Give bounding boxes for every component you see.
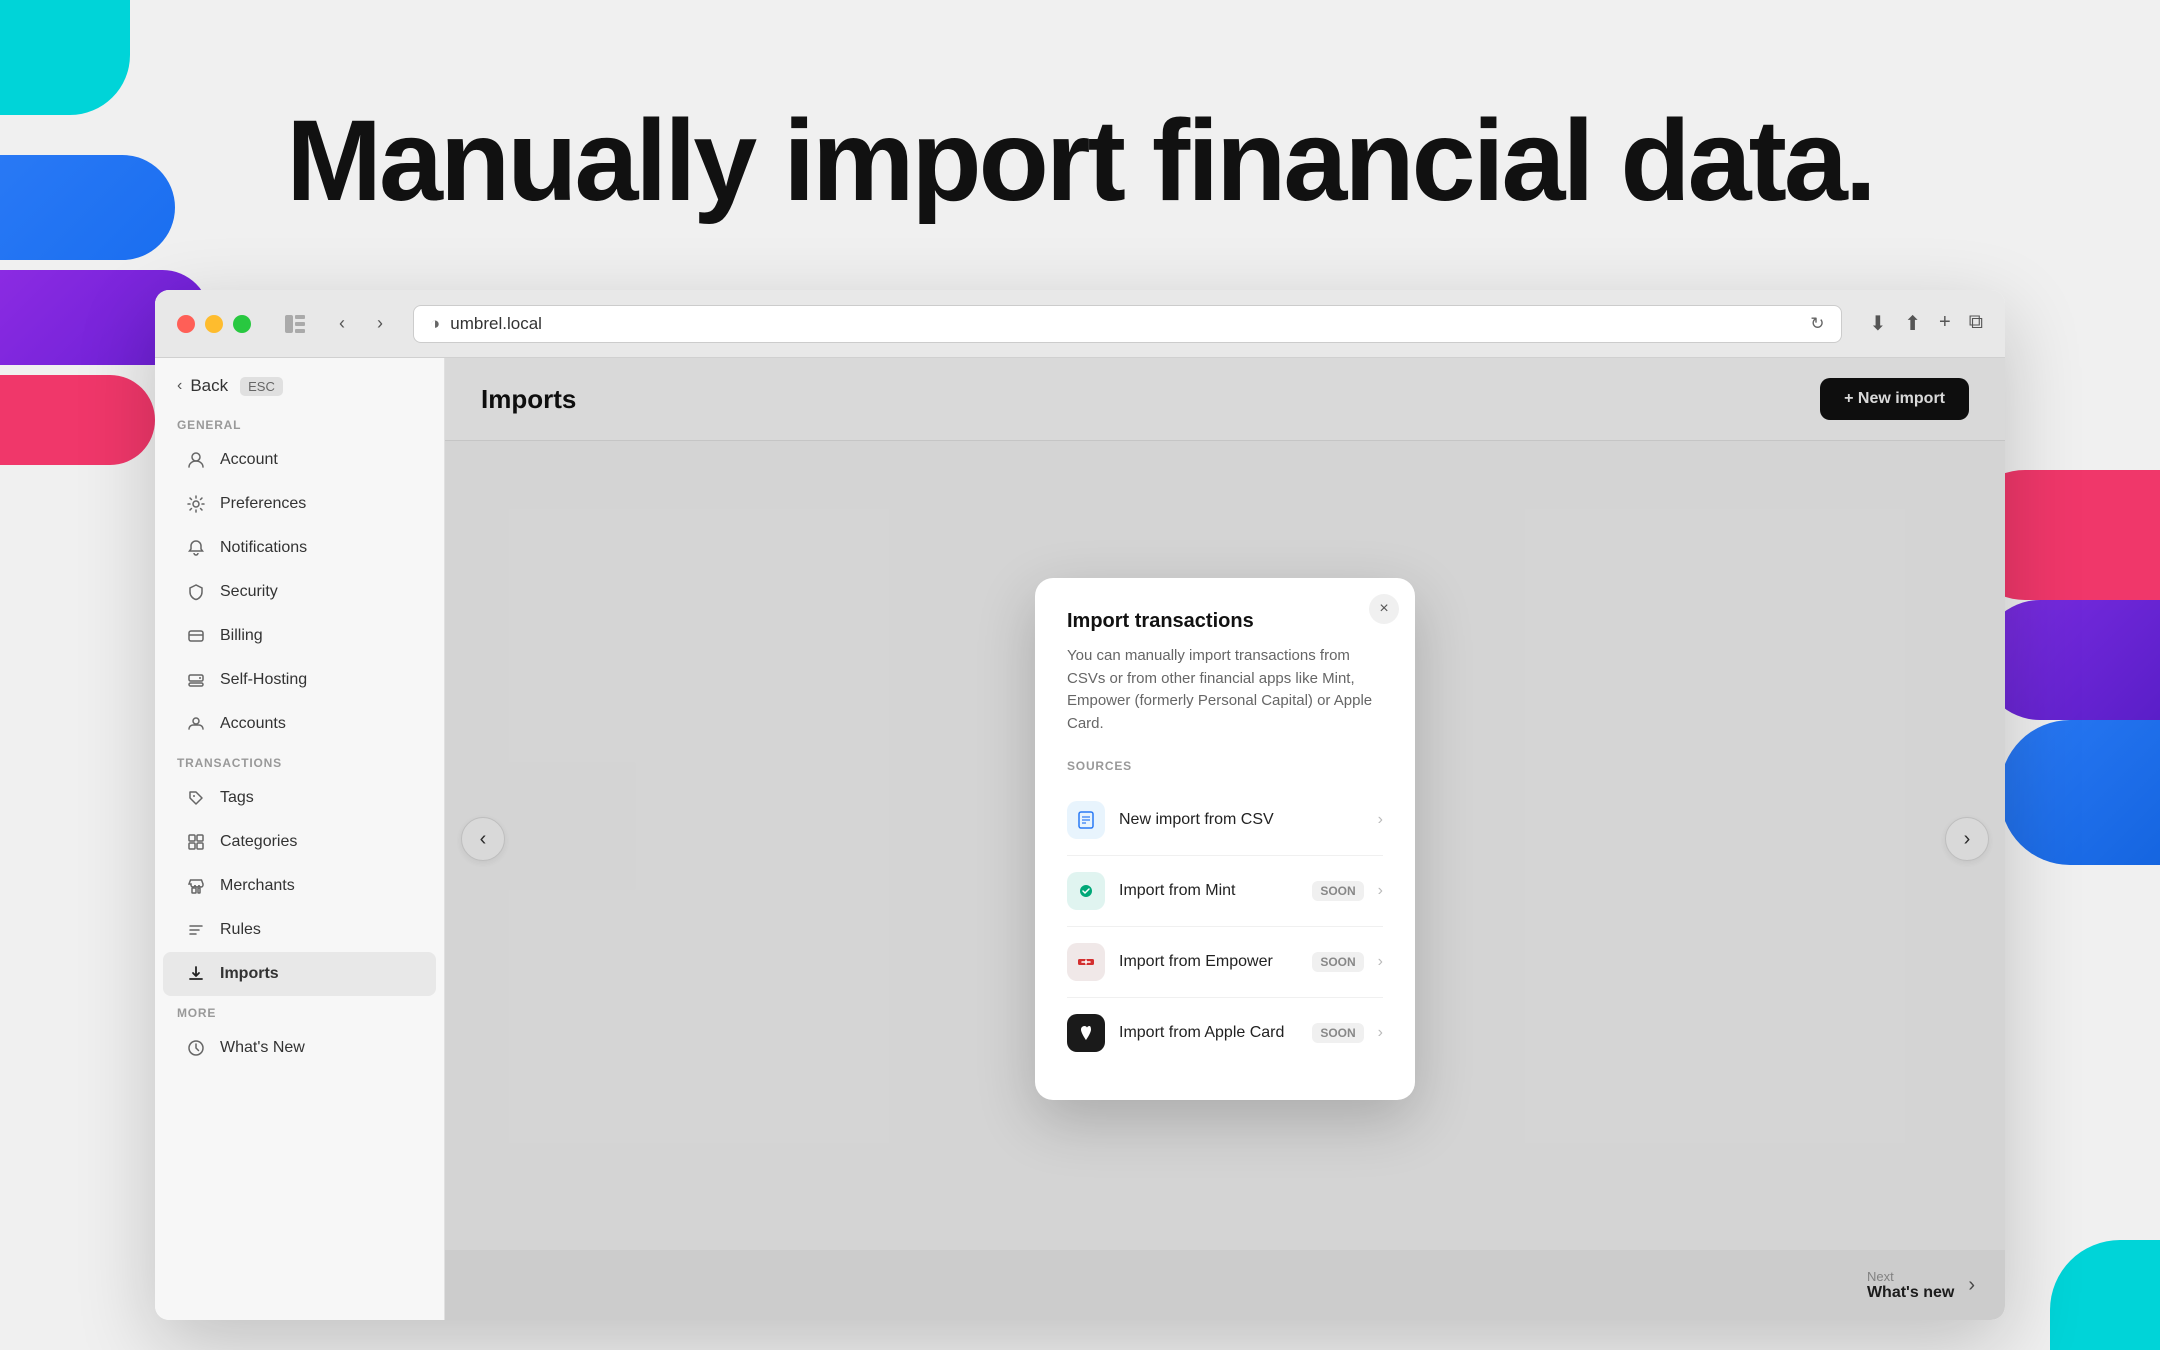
empower-chevron-icon: › <box>1378 953 1383 971</box>
download-icon[interactable]: ⬇ <box>1870 311 1887 336</box>
csv-icon <box>1067 801 1105 839</box>
tabs-icon[interactable]: ⧉ <box>1969 311 1983 336</box>
main-content: Imports + New import No imports to show … <box>445 358 2005 1320</box>
blob-blue-right <box>2000 720 2160 865</box>
sidebar-item-tags[interactable]: Tags <box>163 776 436 820</box>
merchants-icon <box>185 875 207 897</box>
general-section-label: GENERAL <box>155 408 444 438</box>
sidebar-item-merchants[interactable]: Merchants <box>163 864 436 908</box>
nav-forward-button[interactable]: › <box>363 307 397 341</box>
browser-window: ‹ › ◑ umbrel.local ↻ ⬇ ⬆ + ⧉ ‹ Back ESC … <box>155 290 2005 1320</box>
tags-label: Tags <box>220 789 254 807</box>
blob-cyan-right <box>2050 1240 2160 1350</box>
theme-icon: ◑ <box>430 314 440 334</box>
sidebar-item-rules[interactable]: Rules <box>163 908 436 952</box>
sidebar-item-accounts[interactable]: Accounts <box>163 702 436 746</box>
mint-label: Import from Mint <box>1119 882 1288 900</box>
modal-description: You can manually import transactions fro… <box>1067 645 1383 735</box>
categories-icon <box>185 831 207 853</box>
tags-icon <box>185 787 207 809</box>
apple-soon-badge: SOON <box>1312 1023 1363 1043</box>
self-hosting-label: Self-Hosting <box>220 671 307 689</box>
modal-overlay[interactable]: × Import transactions You can manually i… <box>445 358 2005 1320</box>
modal-title: Import transactions <box>1067 610 1383 633</box>
sidebar-item-notifications[interactable]: Notifications <box>163 526 436 570</box>
account-label: Account <box>220 451 278 469</box>
transactions-section-label: TRANSACTIONS <box>155 746 444 776</box>
preferences-icon <box>185 493 207 515</box>
sidebar-item-whats-new[interactable]: What's New <box>163 1026 436 1070</box>
url-bar-actions: ⬇ ⬆ + ⧉ <box>1870 311 1984 336</box>
mint-soon-badge: SOON <box>1312 881 1363 901</box>
security-label: Security <box>220 583 278 601</box>
account-icon <box>185 449 207 471</box>
traffic-light-red[interactable] <box>177 315 195 333</box>
back-arrow-icon: ‹ <box>177 377 182 395</box>
rules-icon <box>185 919 207 941</box>
whats-new-icon <box>185 1037 207 1059</box>
sidebar-item-imports[interactable]: Imports <box>163 952 436 996</box>
url-bar[interactable]: ◑ umbrel.local ↻ <box>413 305 1842 343</box>
preferences-label: Preferences <box>220 495 306 513</box>
sidebar-item-security[interactable]: Security <box>163 570 436 614</box>
apple-chevron-icon: › <box>1378 1024 1383 1042</box>
back-label: Back <box>190 376 228 396</box>
sidebar-item-billing[interactable]: Billing <box>163 614 436 658</box>
url-text: umbrel.local <box>450 314 542 334</box>
imports-icon <box>185 963 207 985</box>
billing-label: Billing <box>220 627 263 645</box>
source-item-apple[interactable]: Import from Apple Card SOON › <box>1067 998 1383 1068</box>
whats-new-label: What's New <box>220 1039 305 1057</box>
share-icon[interactable]: ⬆ <box>1904 311 1921 336</box>
new-tab-icon[interactable]: + <box>1939 311 1951 336</box>
apple-label: Import from Apple Card <box>1119 1024 1288 1042</box>
csv-label: New import from CSV <box>1119 811 1364 829</box>
refresh-icon[interactable]: ↻ <box>1810 314 1824 334</box>
sidebar-item-categories[interactable]: Categories <box>163 820 436 864</box>
mint-chevron-icon: › <box>1378 882 1383 900</box>
sidebar-item-preferences[interactable]: Preferences <box>163 482 436 526</box>
traffic-light-green[interactable] <box>233 315 251 333</box>
rules-label: Rules <box>220 921 261 939</box>
merchants-label: Merchants <box>220 877 295 895</box>
sources-section-label: SOURCES <box>1067 759 1383 773</box>
apple-icon <box>1067 1014 1105 1052</box>
accounts-label: Accounts <box>220 715 286 733</box>
sidebar-item-account[interactable]: Account <box>163 438 436 482</box>
sidebar-item-self-hosting[interactable]: Self-Hosting <box>163 658 436 702</box>
more-section-label: MORE <box>155 996 444 1026</box>
nav-arrows: ‹ › <box>325 307 397 341</box>
imports-label: Imports <box>220 965 279 983</box>
categories-label: Categories <box>220 833 297 851</box>
modal-close-button[interactable]: × <box>1369 594 1399 624</box>
browser-content: ‹ Back ESC GENERAL Account Preferences <box>155 358 2005 1320</box>
source-item-empower[interactable]: Import from Empower SOON › <box>1067 927 1383 998</box>
accounts-icon <box>185 713 207 735</box>
nav-back-button[interactable]: ‹ <box>325 307 359 341</box>
csv-chevron-icon: › <box>1378 811 1383 829</box>
empower-soon-badge: SOON <box>1312 952 1363 972</box>
notifications-icon <box>185 537 207 559</box>
empower-icon <box>1067 943 1105 981</box>
modal-dialog: × Import transactions You can manually i… <box>1035 578 1415 1100</box>
traffic-lights <box>177 315 251 333</box>
billing-icon <box>185 625 207 647</box>
sidebar-back-button[interactable]: ‹ Back ESC <box>155 358 444 408</box>
source-item-mint[interactable]: Import from Mint SOON › <box>1067 856 1383 927</box>
source-item-csv[interactable]: New import from CSV › <box>1067 785 1383 856</box>
blob-pink <box>0 375 155 465</box>
notifications-label: Notifications <box>220 539 307 557</box>
mint-icon <box>1067 872 1105 910</box>
esc-badge: ESC <box>240 377 283 396</box>
headline: Manually import financial data. <box>0 95 2160 227</box>
traffic-light-yellow[interactable] <box>205 315 223 333</box>
self-hosting-icon <box>185 669 207 691</box>
browser-chrome: ‹ › ◑ umbrel.local ↻ ⬇ ⬆ + ⧉ <box>155 290 2005 358</box>
sidebar-toggle-icon[interactable] <box>281 310 309 338</box>
sidebar: ‹ Back ESC GENERAL Account Preferences <box>155 358 445 1320</box>
security-icon <box>185 581 207 603</box>
blob-purple-right <box>1980 600 2160 720</box>
empower-label: Import from Empower <box>1119 953 1288 971</box>
